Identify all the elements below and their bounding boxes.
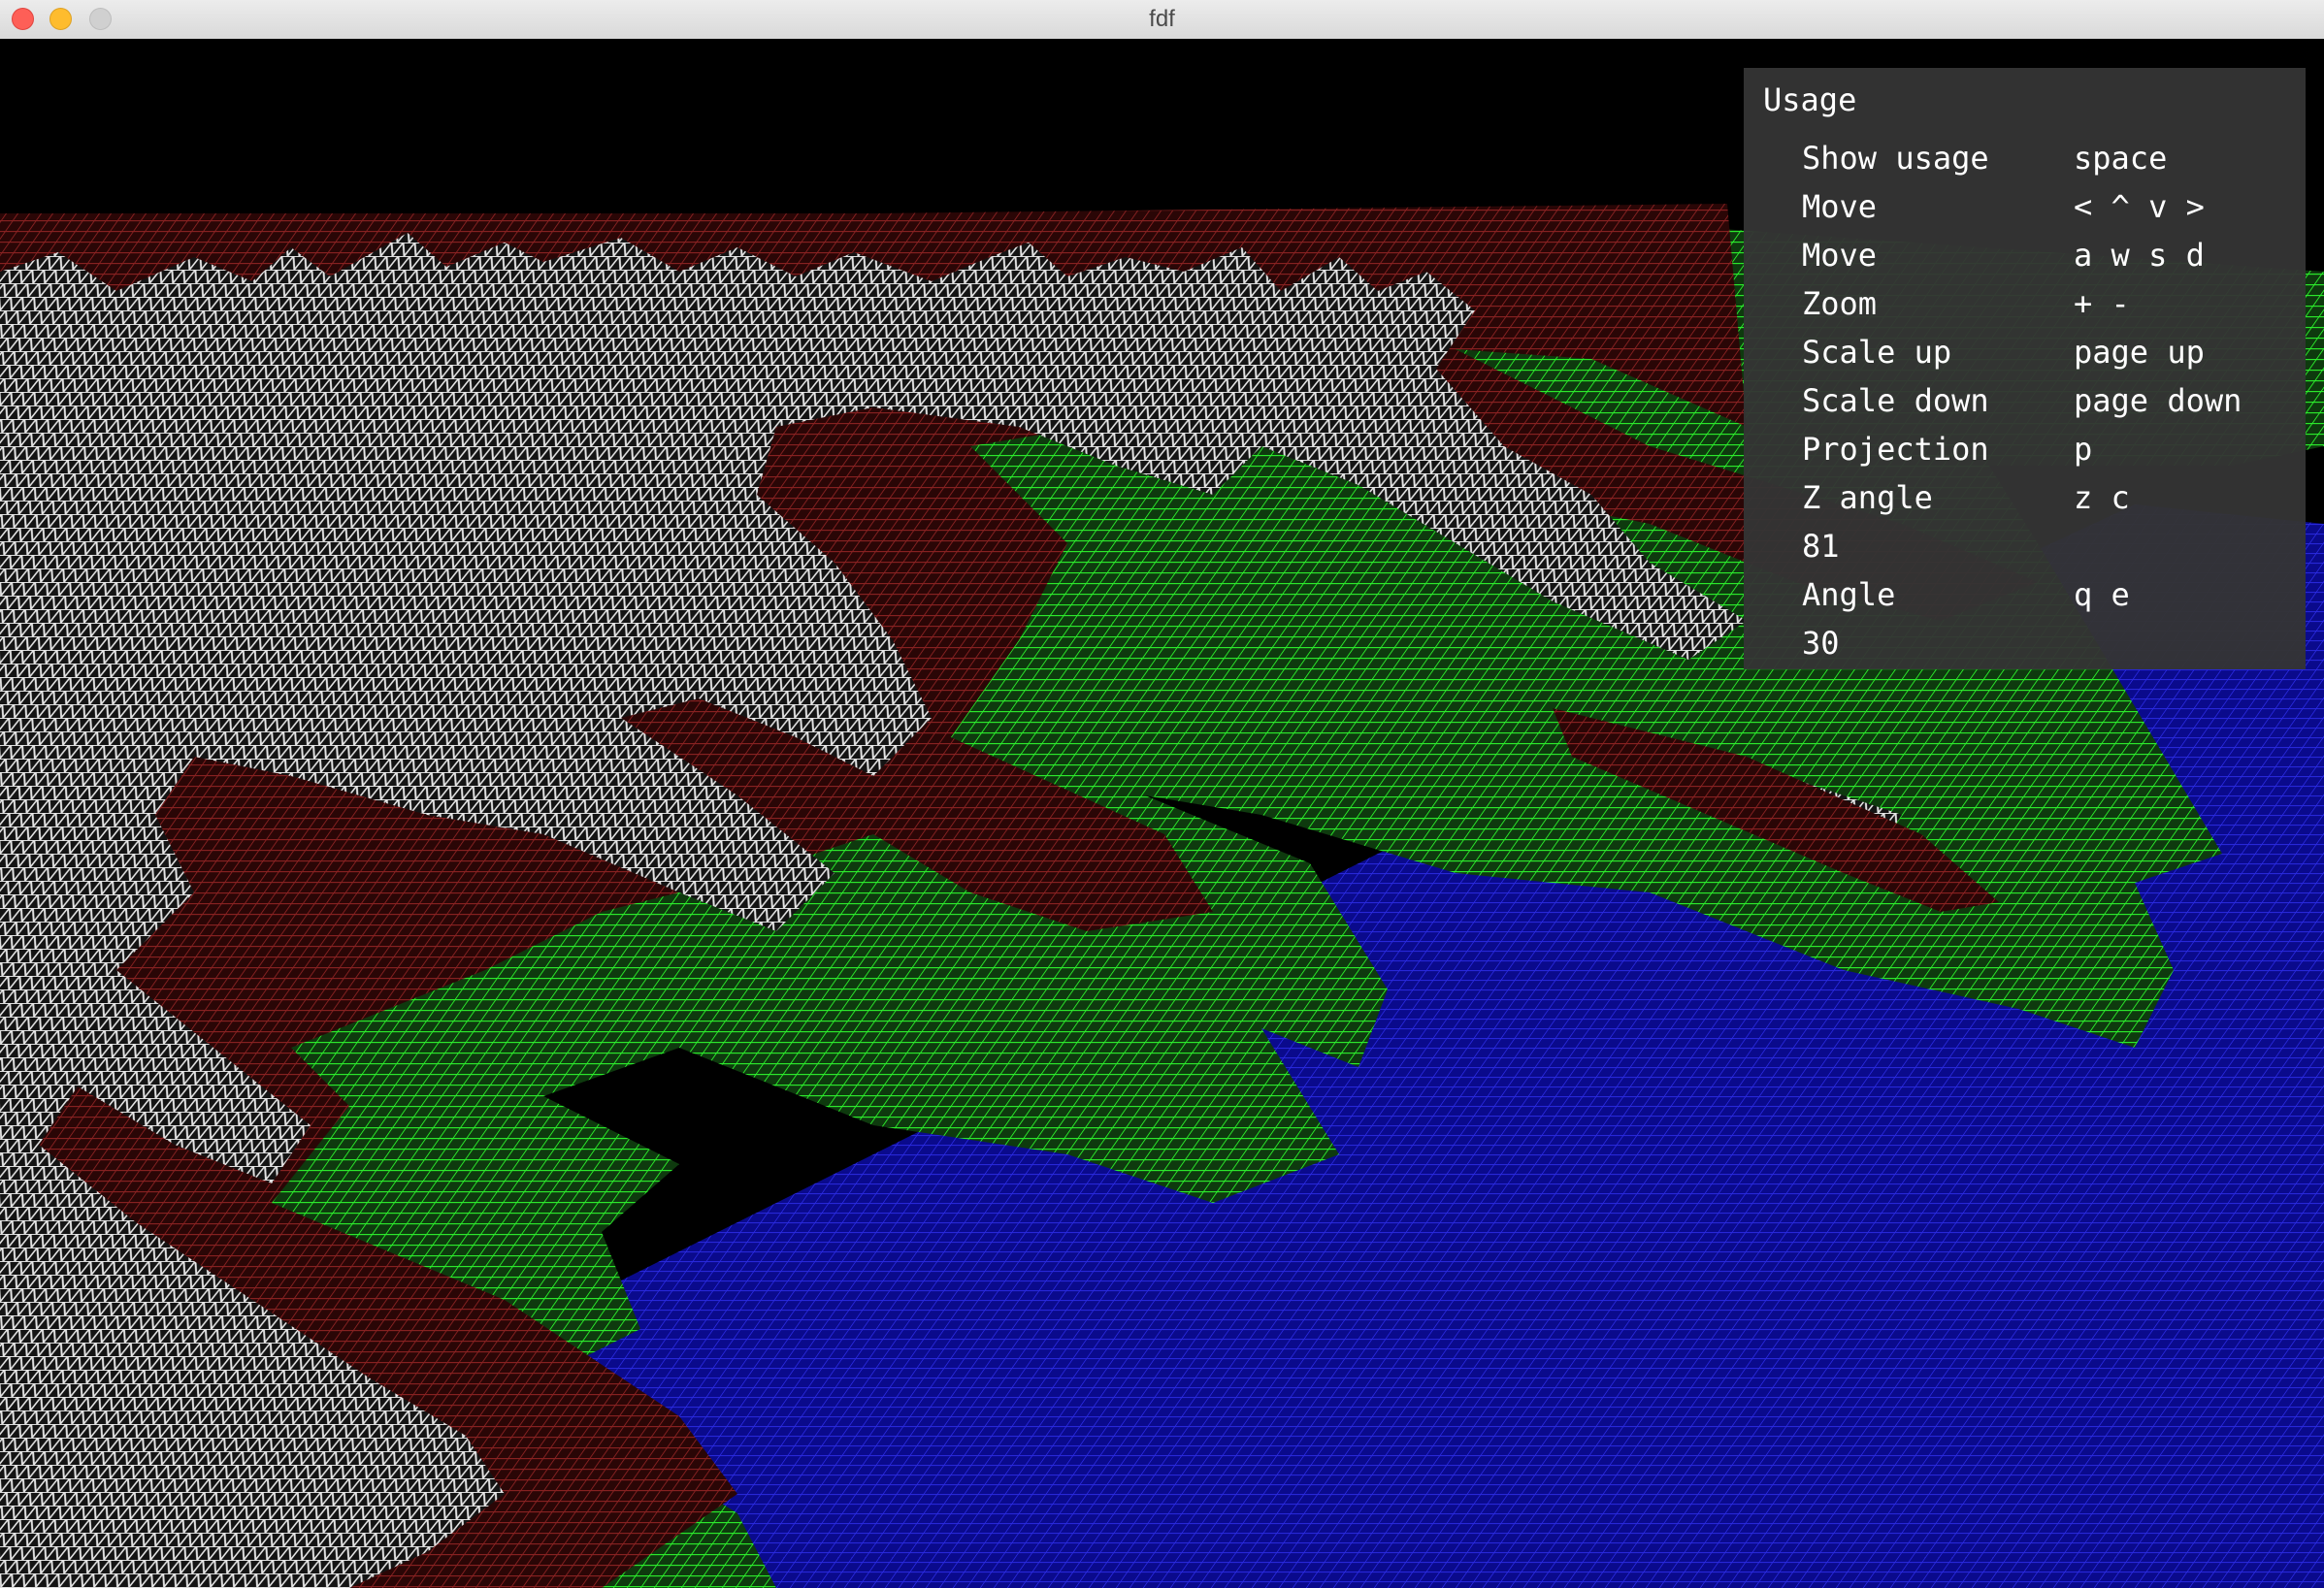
usage-row-scale-up: Scale up page up: [1744, 334, 2306, 380]
usage-panel: Usage Show usage space Move < ^ v > Move…: [1744, 68, 2306, 669]
usage-key: space: [2074, 140, 2168, 177]
usage-key: + -: [2074, 285, 2130, 322]
usage-key: < ^ v >: [2074, 188, 2205, 225]
usage-action: Z angle: [1802, 479, 1933, 516]
usage-action: Zoom: [1802, 285, 1878, 322]
usage-title: Usage: [1763, 81, 1857, 118]
window-title: fdf: [1149, 6, 1175, 32]
usage-row-zoom: Zoom + -: [1744, 285, 2306, 332]
usage-action: Move: [1802, 188, 1878, 225]
usage-row-show-usage: Show usage space: [1744, 140, 2306, 186]
usage-row-angle: Angle q e: [1744, 576, 2306, 623]
usage-z-angle-value: 81: [1744, 528, 2306, 574]
usage-key: page up: [2074, 334, 2205, 371]
usage-action: Show usage: [1802, 140, 1989, 177]
usage-key: page down: [2074, 382, 2242, 419]
angle-value: 30: [1802, 625, 1840, 662]
usage-action: Scale up: [1802, 334, 1952, 371]
usage-key: q e: [2074, 576, 2130, 613]
usage-action: Scale down: [1802, 382, 1989, 419]
usage-key: p: [2074, 431, 2093, 468]
fdf-window: fdf Usage Show usage space Move < ^ v > …: [0, 0, 2324, 1588]
z-angle-value: 81: [1802, 528, 1840, 565]
title-bar[interactable]: fdf: [0, 0, 2324, 40]
usage-row-move-arrows: Move < ^ v >: [1744, 188, 2306, 235]
usage-action: Move: [1802, 237, 1878, 274]
usage-row-projection: Projection p: [1744, 431, 2306, 477]
usage-row-scale-down: Scale down page down: [1744, 382, 2306, 429]
usage-angle-value: 30: [1744, 625, 2306, 671]
usage-action: Projection: [1802, 431, 1989, 468]
usage-key: z c: [2074, 479, 2130, 516]
usage-row-move-wasd: Move a w s d: [1744, 237, 2306, 283]
usage-key: a w s d: [2074, 237, 2205, 274]
usage-row-z-angle: Z angle z c: [1744, 479, 2306, 526]
usage-action: Angle: [1802, 576, 1896, 613]
